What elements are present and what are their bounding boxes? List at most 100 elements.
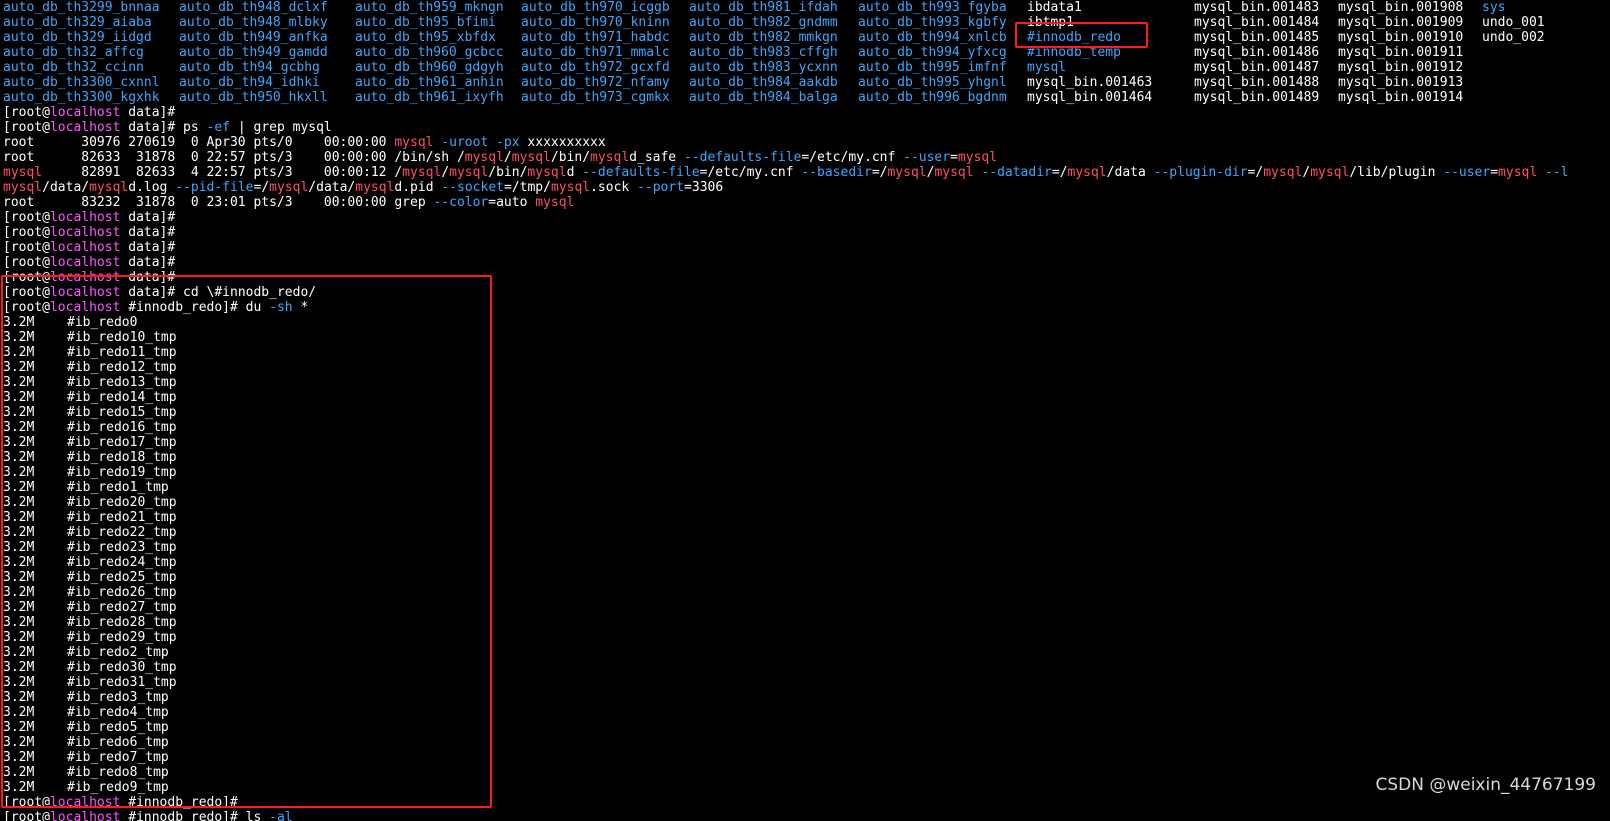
du-size: 3.2M xyxy=(3,360,35,375)
du-row: 3.2M #ib_redo10_tmp xyxy=(3,330,1609,345)
listing-file: mysql_bin.001908 xyxy=(1338,0,1464,15)
listing-directory: #innodb_temp xyxy=(1027,45,1121,60)
du-filename: #ib_redo16_tmp xyxy=(67,420,177,435)
listing-directory: auto_db_th95_bfimi xyxy=(355,15,496,30)
ls-flag: -al xyxy=(269,810,293,821)
du-size: 3.2M xyxy=(3,510,35,525)
listing-directory: auto_db_th3300_cxnnl xyxy=(3,75,160,90)
du-row: 3.2M #ib_redo14_tmp xyxy=(3,390,1609,405)
du-size: 3.2M xyxy=(3,390,35,405)
du-filename: #ib_redo9_tmp xyxy=(67,780,169,795)
listing-file: mysql_bin.001913 xyxy=(1338,75,1464,90)
du-filename: #ib_redo2_tmp xyxy=(67,645,169,660)
listing-file: mysql_bin.001488 xyxy=(1194,75,1320,90)
du-size: 3.2M xyxy=(3,675,35,690)
du-row: 3.2M #ib_redo11_tmp xyxy=(3,345,1609,360)
hostname: localhost xyxy=(49,240,121,255)
listing-file: ibdata1 xyxy=(1027,0,1082,15)
du-size: 3.2M xyxy=(3,585,35,600)
du-filename: #ib_redo21_tmp xyxy=(67,510,177,525)
listing-file: mysql_bin.001912 xyxy=(1338,60,1464,75)
hostname: localhost xyxy=(49,285,121,300)
du-row: 3.2M #ib_redo21_tmp xyxy=(3,510,1609,525)
prompt-line: [root@localhost data]# xyxy=(3,255,176,270)
du-filename: #ib_redo14_tmp xyxy=(67,390,177,405)
du-size: 3.2M xyxy=(3,570,35,585)
listing-file: mysql_bin.001911 xyxy=(1338,45,1464,60)
hostname: localhost xyxy=(49,210,121,225)
listing-directory: auto_db_th949_anfka xyxy=(179,30,328,45)
listing-file: undo_002 xyxy=(1482,30,1545,45)
hostname: localhost xyxy=(49,255,121,270)
du-filename: #ib_redo29_tmp xyxy=(67,630,177,645)
listing-directory: auto_db_th959_mkngn xyxy=(355,0,504,15)
listing-file: ibtmp1 xyxy=(1027,15,1074,30)
prompt-line: [root@localhost data]# xyxy=(3,210,176,225)
listing-directory: auto_db_th996_bgdnm xyxy=(858,90,1007,105)
listing-directory: #innodb_redo xyxy=(1027,30,1121,45)
du-flag: -sh xyxy=(269,300,293,315)
ps-row: root 83232 31878 0 23:01 pts/3 00:00:00 … xyxy=(3,195,575,210)
listing-directory: auto_db_th995_yhgnl xyxy=(858,75,1007,90)
du-size: 3.2M xyxy=(3,525,35,540)
hostname: localhost xyxy=(49,105,121,120)
listing-directory: auto_db_th972_nfamy xyxy=(521,75,670,90)
du-filename: #ib_redo28_tmp xyxy=(67,615,177,630)
directory-listing: auto_db_th3299_bnnaa auto_db_th948_dclxf a… xyxy=(3,0,1609,105)
listing-directory: auto_db_th971_mmalc xyxy=(521,45,670,60)
du-row: 3.2M #ib_redo20_tmp xyxy=(3,495,1609,510)
hostname: localhost xyxy=(49,810,121,821)
du-filename: #ib_redo3_tmp xyxy=(67,690,169,705)
listing-file: mysql_bin.001463 xyxy=(1027,75,1153,90)
du-filename: #ib_redo19_tmp xyxy=(67,465,177,480)
hostname: localhost xyxy=(49,300,121,315)
ps-row: root 82633 31878 0 22:57 pts/3 00:00:00 … xyxy=(3,150,998,165)
listing-directory: auto_db_th329_aiaba xyxy=(3,15,152,30)
du-filename: #ib_redo15_tmp xyxy=(67,405,177,420)
listing-file: mysql_bin.001487 xyxy=(1194,60,1320,75)
du-row: 3.2M #ib_redo13_tmp xyxy=(3,375,1609,390)
du-row: 3.2M #ib_redo3_tmp xyxy=(3,690,1609,705)
du-row: 3.2M #ib_redo31_tmp xyxy=(3,675,1609,690)
du-row: 3.2M #ib_redo30_tmp xyxy=(3,660,1609,675)
command-line-ps: [root@localhost data]# ps -ef | grep mys… xyxy=(3,120,332,135)
du-size: 3.2M xyxy=(3,480,35,495)
listing-directory: auto_db_th960_gcbcc xyxy=(355,45,504,60)
ps-row: root 30976 270619 0 Apr30 pts/0 00:00:00… xyxy=(3,135,606,150)
du-size: 3.2M xyxy=(3,750,35,765)
listing-directory: sys xyxy=(1482,0,1506,15)
du-filename: #ib_redo22_tmp xyxy=(67,525,177,540)
du-filename: #ib_redo23_tmp xyxy=(67,540,177,555)
du-size: 3.2M xyxy=(3,660,35,675)
du-row: 3.2M #ib_redo2_tmp xyxy=(3,645,1609,660)
listing-directory: auto_db_th32_ccinn xyxy=(3,60,144,75)
listing-directory: auto_db_th32_affcg xyxy=(3,45,144,60)
du-filename: #ib_redo7_tmp xyxy=(67,750,169,765)
du-row: 3.2M #ib_redo5_tmp xyxy=(3,720,1609,735)
watermark: CSDN @weixin_44767199 xyxy=(1375,775,1596,795)
du-size: 3.2M xyxy=(3,345,35,360)
du-filename: #ib_redo10_tmp xyxy=(67,330,177,345)
terminal-output[interactable]: auto_db_th3299_bnnaa auto_db_th948_dclxf a… xyxy=(3,0,1609,821)
du-row: 3.2M #ib_redo18_tmp xyxy=(3,450,1609,465)
du-row: 3.2M #ib_redo29_tmp xyxy=(3,630,1609,645)
du-filename: #ib_redo25_tmp xyxy=(67,570,177,585)
du-size: 3.2M xyxy=(3,375,35,390)
du-row: 3.2M #ib_redo23_tmp xyxy=(3,540,1609,555)
du-size: 3.2M xyxy=(3,450,35,465)
listing-directory: auto_db_th993_fgyba xyxy=(858,0,1007,15)
listing-directory: auto_db_th94_gcbhg xyxy=(179,60,320,75)
du-size: 3.2M xyxy=(3,420,35,435)
listing-directory: mysql xyxy=(1027,60,1067,75)
listing-row: auto_db_th329_aiaba auto_db_th948_mlbky au… xyxy=(3,15,1609,30)
listing-row: auto_db_th3300_kgxhk auto_db_th950_hkxll a… xyxy=(3,90,1609,105)
du-filename: #ib_redo30_tmp xyxy=(67,660,177,675)
prompt-line: [root@localhost #innodb_redo]# xyxy=(3,795,238,810)
command-line-du: [root@localhost #innodb_redo]# du -sh * xyxy=(3,300,309,315)
listing-directory: auto_db_th3299_bnnaa xyxy=(3,0,160,15)
listing-directory: auto_db_th949_gamdd xyxy=(179,45,328,60)
listing-directory: auto_db_th94_idhki xyxy=(179,75,320,90)
du-size: 3.2M xyxy=(3,600,35,615)
du-filename: #ib_redo12_tmp xyxy=(67,360,177,375)
du-size: 3.2M xyxy=(3,495,35,510)
